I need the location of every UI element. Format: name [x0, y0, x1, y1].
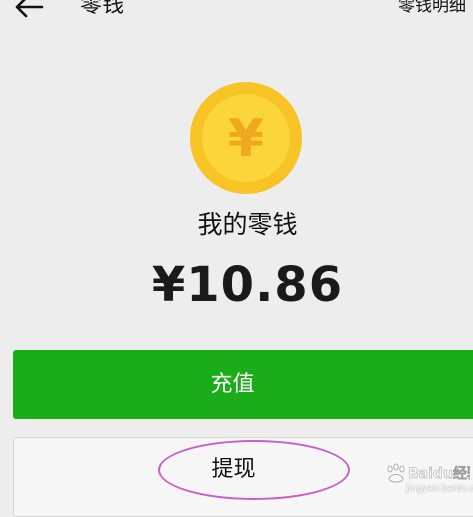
withdraw-button-label: 提现: [211, 457, 256, 482]
top-bar: 零钱 零钱明细: [0, 0, 473, 24]
yuan-coin-icon: ¥: [190, 82, 302, 194]
arrow-left-icon[interactable]: [12, 0, 46, 20]
coin-symbol: ¥: [228, 109, 264, 169]
withdraw-button[interactable]: 提现: [13, 437, 473, 517]
change-details-link[interactable]: 零钱明细: [398, 0, 466, 16]
balance-amount: ¥10.86: [151, 257, 344, 313]
recharge-button[interactable]: 充值: [13, 350, 473, 419]
page-title: 零钱: [80, 0, 125, 18]
balance-label: 我的零钱: [197, 210, 298, 239]
